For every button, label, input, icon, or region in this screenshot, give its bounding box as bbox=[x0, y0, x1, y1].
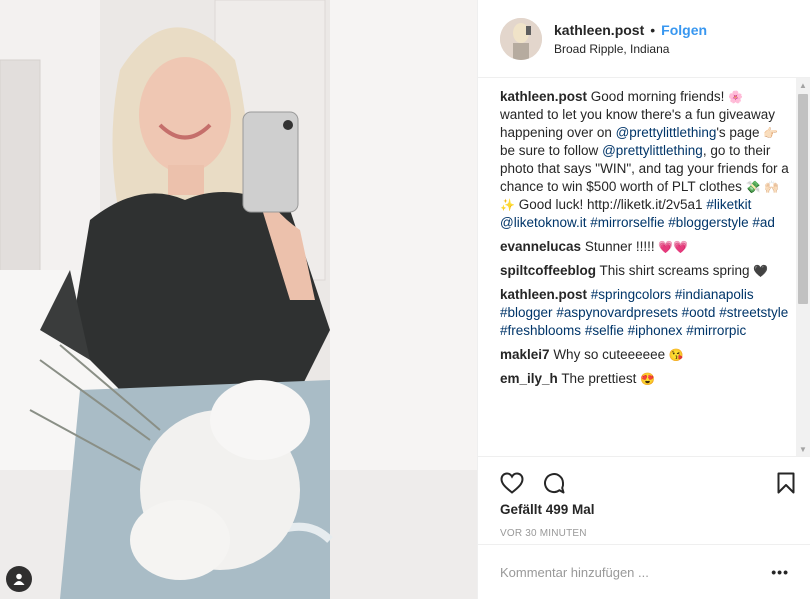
caption-hashtag-bloggerstyle[interactable]: #bloggerstyle bbox=[668, 215, 748, 230]
comment-item: evannelucas Stunner !!!!! 💗💗 bbox=[500, 238, 790, 256]
comment-hashtag[interactable]: #streetstyle bbox=[719, 305, 788, 320]
caption-text-6: Good luck! http://liketk.it/2v5a1 bbox=[514, 197, 707, 212]
header-username[interactable]: kathleen.post bbox=[554, 22, 644, 38]
comments-list: kathleen.post Good morning friends! 🌸 wa… bbox=[500, 88, 790, 450]
comment-item: kathleen.post #springcolors #indianapoli… bbox=[500, 286, 790, 340]
header-separator: • bbox=[650, 21, 656, 38]
money-emoji: 💸 bbox=[745, 180, 761, 194]
caption-hashtag-ad[interactable]: #ad bbox=[752, 215, 775, 230]
comment-item: em_ily_h The prettiest 😍 bbox=[500, 370, 790, 388]
comment-username[interactable]: kathleen.post bbox=[500, 287, 587, 302]
comment-hashtag[interactable]: #springcolors bbox=[591, 287, 671, 302]
comment-hashtag[interactable]: #iphonex bbox=[628, 323, 683, 338]
comment-input[interactable]: Kommentar hinzufügen ... bbox=[500, 565, 771, 580]
user-tag-icon[interactable] bbox=[6, 566, 32, 592]
caption-hashtag-liketkit[interactable]: #liketkit bbox=[706, 197, 751, 212]
comment-text: The prettiest bbox=[561, 371, 641, 386]
post-timestamp: VOR 30 MINUTEN bbox=[500, 528, 587, 539]
pointing-hand-emoji: 👉🏻 bbox=[763, 126, 779, 140]
cherry-blossom-emoji: 🌸 bbox=[728, 90, 744, 104]
caption-mention-3[interactable]: @liketoknow.it bbox=[500, 215, 587, 230]
post-header: kathleen.post • Folgen Broad Ripple, Ind… bbox=[478, 0, 810, 78]
comment-username[interactable]: evannelucas bbox=[500, 239, 581, 254]
post-photo[interactable] bbox=[0, 0, 477, 599]
like-count[interactable]: Gefällt 499 Mal bbox=[500, 502, 810, 517]
scroll-thumb[interactable] bbox=[798, 94, 808, 304]
caption-text-1: Good morning friends! bbox=[590, 89, 729, 104]
more-options-icon[interactable]: ••• bbox=[771, 564, 789, 580]
action-icons bbox=[478, 457, 810, 501]
add-comment-bar: Kommentar hinzufügen ... ••• bbox=[478, 544, 810, 599]
caption-username[interactable]: kathleen.post bbox=[500, 89, 587, 104]
photo-image bbox=[0, 0, 477, 599]
scroll-up-arrow-icon[interactable]: ▲ bbox=[796, 78, 810, 92]
comment-item: spiltcoffeeblog This shirt screams sprin… bbox=[500, 262, 790, 280]
comment-username[interactable]: maklei7 bbox=[500, 347, 550, 362]
comment-hashtag[interactable]: #blogger bbox=[500, 305, 553, 320]
comment-item: maklei7 Why so cuteeeeee 😘 bbox=[500, 346, 790, 364]
bookmark-icon[interactable] bbox=[777, 472, 795, 497]
location-link[interactable]: Broad Ripple, Indiana bbox=[554, 42, 707, 56]
comment-hashtag[interactable]: #mirrorpic bbox=[686, 323, 746, 338]
comment-hashtag[interactable]: #freshblooms bbox=[500, 323, 581, 338]
header-info: kathleen.post • Folgen Broad Ripple, Ind… bbox=[554, 22, 707, 56]
caption-text-3: 's page bbox=[716, 125, 764, 140]
heart-icon[interactable] bbox=[500, 471, 524, 497]
comment-hashtag[interactable]: #ootd bbox=[682, 305, 716, 320]
instagram-post: kathleen.post • Folgen Broad Ripple, Ind… bbox=[0, 0, 810, 599]
comment-hashtag[interactable]: #aspynovardpresets bbox=[556, 305, 678, 320]
caption-text-4: be sure to follow bbox=[500, 143, 603, 158]
black-heart-emoji: 🖤 bbox=[753, 264, 769, 278]
comment-hashtag[interactable]: #indianapolis bbox=[675, 287, 754, 302]
avatar[interactable] bbox=[500, 17, 542, 60]
comment-text: This shirt screams spring bbox=[599, 263, 754, 278]
caption-mention-1[interactable]: @prettylittlething bbox=[616, 125, 717, 140]
comments-scrollbar[interactable]: ▲ ▼ bbox=[796, 78, 810, 456]
post-side-panel: kathleen.post • Folgen Broad Ripple, Ind… bbox=[477, 0, 810, 599]
comment-text: Stunner !!!!! bbox=[584, 239, 659, 254]
comment-bubble-icon[interactable] bbox=[542, 471, 566, 498]
caption: kathleen.post Good morning friends! 🌸 wa… bbox=[500, 88, 790, 232]
follow-button[interactable]: Folgen bbox=[661, 22, 707, 38]
caption-mention-2[interactable]: @prettylittlething bbox=[602, 143, 703, 158]
heart-emoji: 💗💗 bbox=[658, 240, 689, 254]
comment-username[interactable]: em_ily_h bbox=[500, 371, 558, 386]
comment-username[interactable]: spiltcoffeeblog bbox=[500, 263, 596, 278]
heart-eyes-emoji: 😍 bbox=[640, 372, 656, 386]
comment-text: Why so cuteeeeee bbox=[553, 347, 669, 362]
caption-hashtag-mirrorselfie[interactable]: #mirrorselfie bbox=[590, 215, 664, 230]
comment-hashtag[interactable]: #selfie bbox=[585, 323, 624, 338]
kiss-emoji: 😘 bbox=[668, 348, 684, 362]
scroll-down-arrow-icon[interactable]: ▼ bbox=[796, 442, 810, 456]
